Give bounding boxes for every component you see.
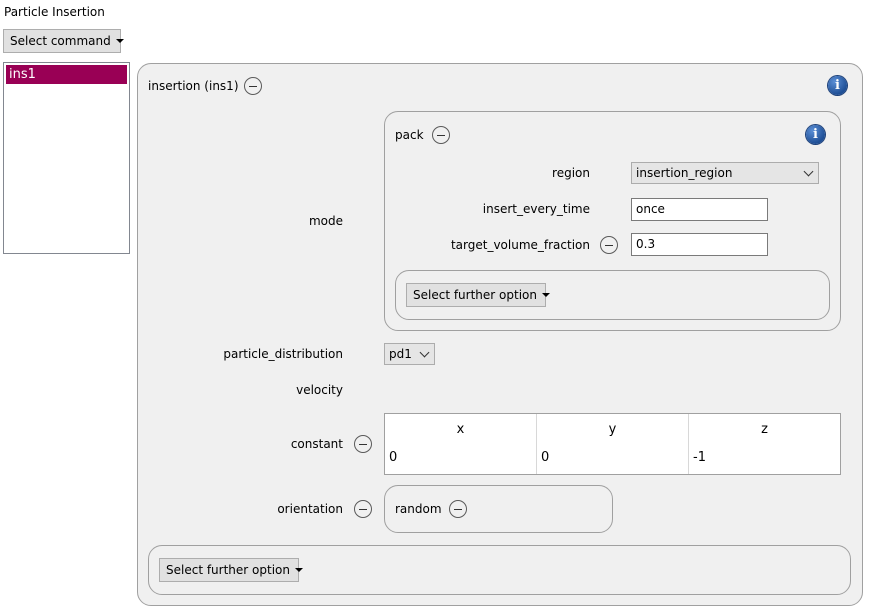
pack-info-icon[interactable]: i: [806, 125, 825, 144]
caret-down-icon: [541, 293, 550, 297]
remove-random-icon[interactable]: [449, 500, 467, 518]
remove-insertion-icon[interactable]: [244, 77, 262, 95]
column-header-x: x: [456, 422, 465, 437]
insert-every-time-label: insert_every_time: [482, 202, 590, 216]
particle-distribution-label: particle_distribution: [223, 347, 343, 361]
constant-label: constant: [290, 437, 343, 451]
target-volume-fraction-input[interactable]: 0.3: [631, 233, 768, 256]
orientation-label: orientation: [277, 502, 343, 516]
window-title: Particle Insertion: [4, 5, 105, 19]
select-command-button[interactable]: Select command: [3, 29, 124, 53]
cell-x[interactable]: 0: [389, 450, 397, 465]
caret-down-icon: [115, 39, 124, 43]
caret-down-icon: [294, 568, 303, 572]
select-command-label: Select command: [10, 34, 111, 48]
select-further-option-label: Select further option: [166, 563, 290, 577]
remove-target-volume-fraction-icon[interactable]: [600, 236, 618, 254]
pack-header: pack: [395, 128, 424, 142]
list-item[interactable]: ins1: [6, 65, 127, 84]
region-value: insertion_region: [636, 166, 733, 180]
velocity-label: velocity: [296, 383, 343, 397]
column-header-z: z: [761, 422, 768, 437]
chevron-down-icon: [803, 166, 814, 176]
column-header-y: y: [608, 422, 617, 437]
insertion-header: insertion (ins1): [148, 79, 239, 93]
pack-select-further-option-label: Select further option: [413, 288, 537, 302]
cell-z[interactable]: -1: [693, 450, 706, 465]
region-select[interactable]: insertion_region: [631, 162, 819, 184]
target-volume-fraction-label: target_volume_fraction: [450, 238, 590, 252]
table-column-x[interactable]: x 0: [385, 414, 537, 474]
region-label: region: [552, 166, 590, 180]
remove-pack-icon[interactable]: [432, 126, 450, 144]
select-further-option-button[interactable]: Select further option: [159, 558, 303, 582]
particle-distribution-value: pd1: [389, 347, 412, 361]
insert-every-time-input[interactable]: once: [631, 198, 768, 221]
constant-table[interactable]: x 0 y 0 z -1: [384, 413, 841, 475]
info-icon[interactable]: i: [828, 76, 847, 95]
remove-orientation-icon[interactable]: [354, 500, 372, 518]
particle-distribution-select[interactable]: pd1: [384, 343, 435, 365]
table-column-z[interactable]: z -1: [689, 414, 840, 474]
cell-y[interactable]: 0: [541, 450, 549, 465]
chevron-down-icon: [419, 347, 430, 357]
orientation-value: random: [395, 502, 442, 516]
command-list[interactable]: ins1: [3, 62, 130, 254]
mode-label: mode: [308, 214, 343, 228]
remove-constant-icon[interactable]: [354, 435, 372, 453]
pack-select-further-option-button[interactable]: Select further option: [406, 283, 550, 307]
table-column-y[interactable]: y 0: [537, 414, 689, 474]
